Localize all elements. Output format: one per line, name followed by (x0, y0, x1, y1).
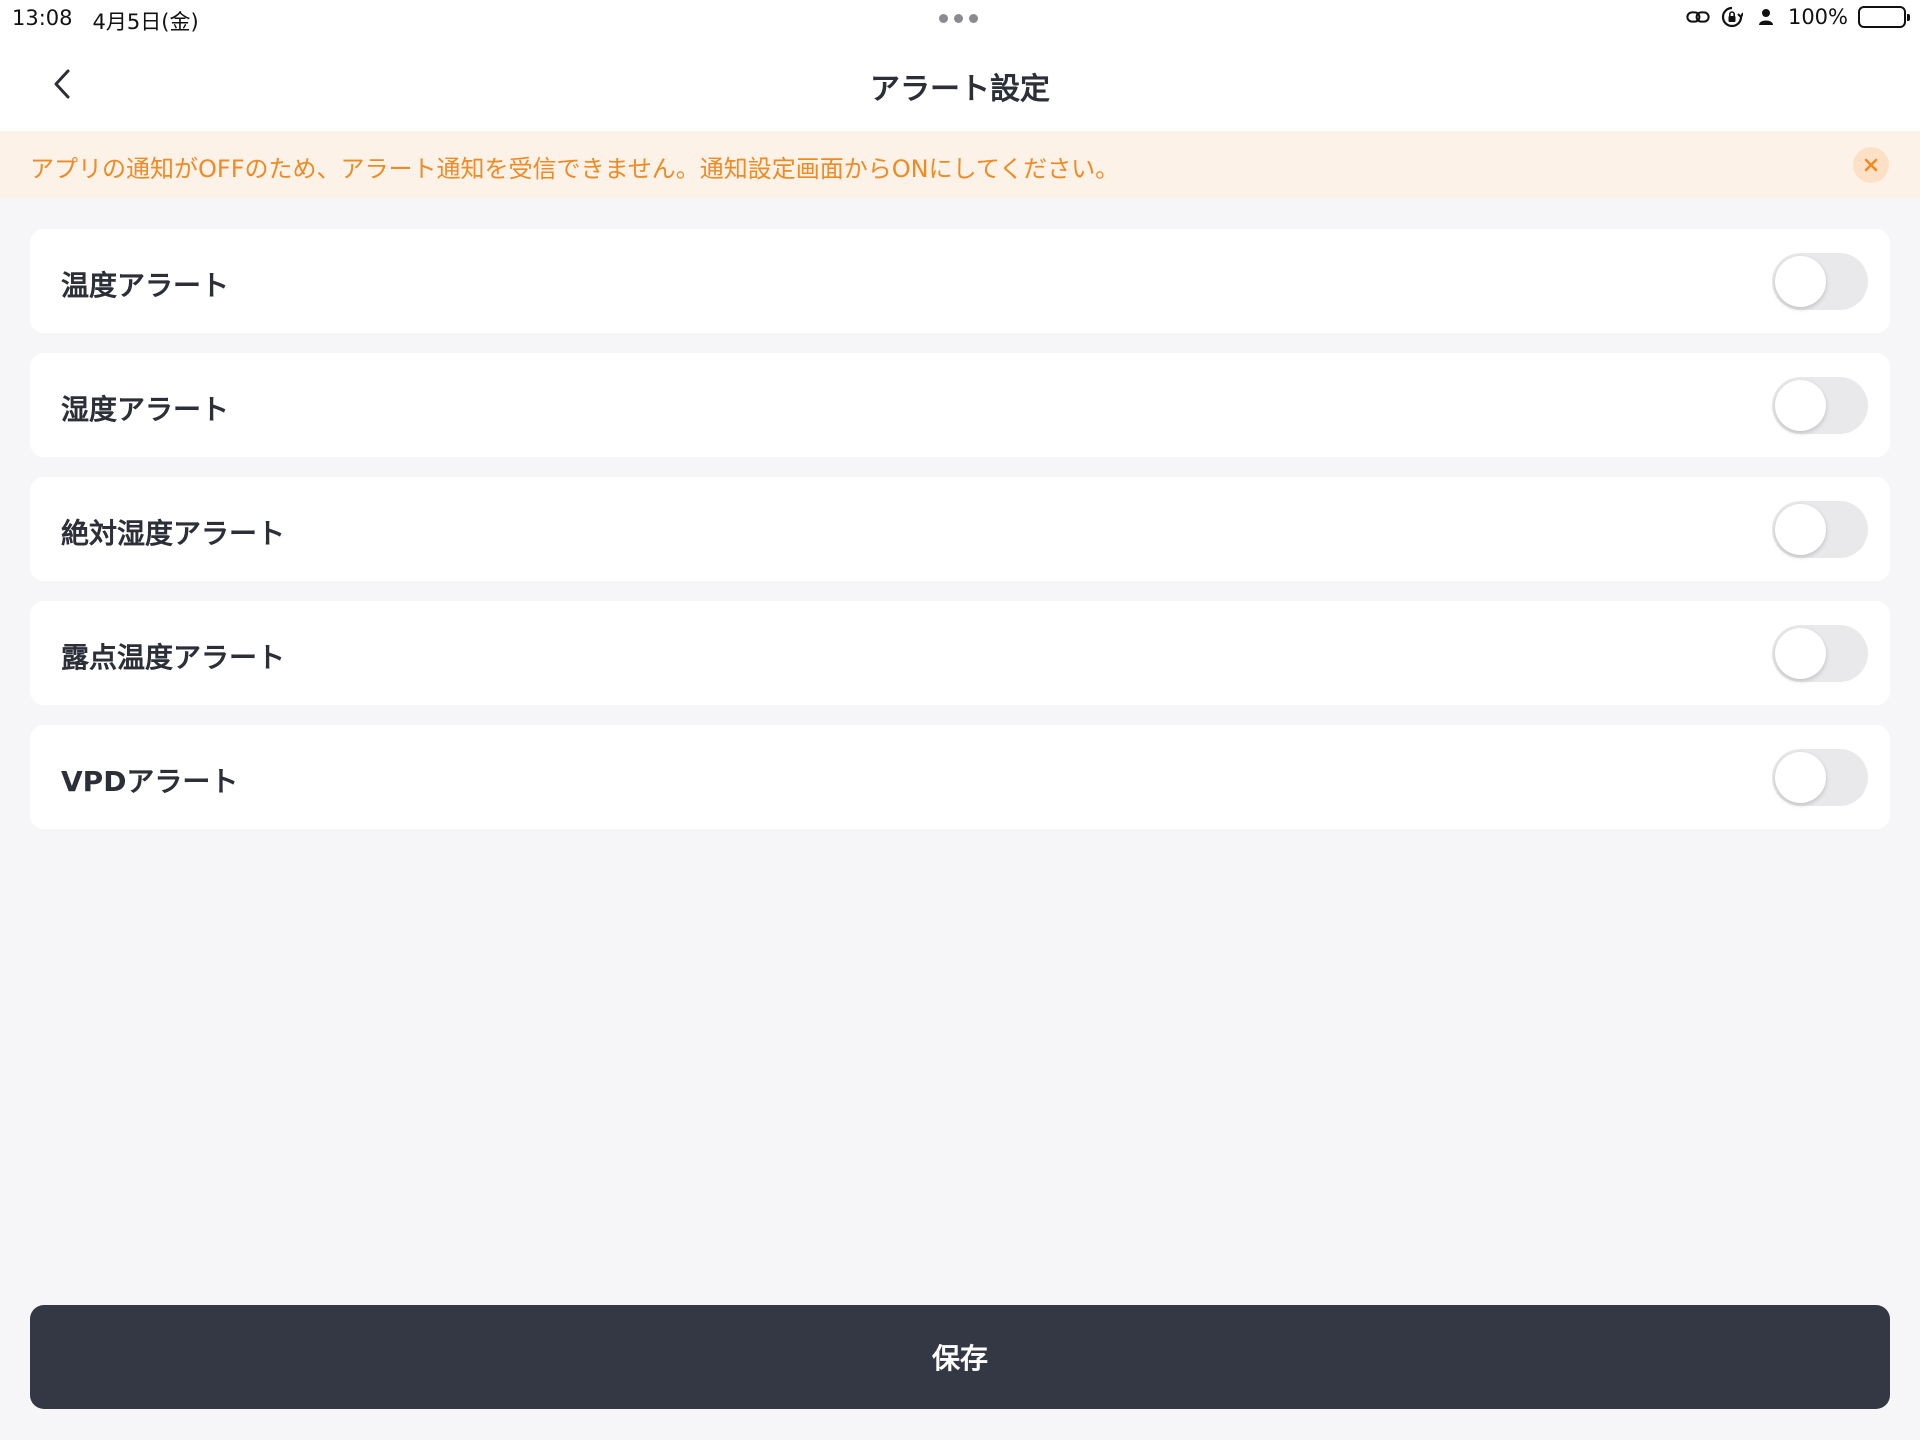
banner-close-button[interactable] (1853, 147, 1889, 183)
alert-item-humidity: 湿度アラート (30, 353, 1890, 457)
alert-item-absolute-humidity: 絶対湿度アラート (30, 477, 1890, 581)
battery-icon (1858, 6, 1910, 28)
dew-point-alert-toggle[interactable] (1772, 625, 1868, 682)
alert-label: 温度アラート (61, 269, 230, 302)
person-icon (1754, 5, 1778, 29)
alert-list: 温度アラート 湿度アラート 絶対湿度アラート 露点温度アラート VPDアラート (30, 229, 1890, 849)
absolute-humidity-alert-toggle[interactable] (1772, 501, 1868, 558)
rotation-lock-icon (1720, 5, 1744, 29)
alert-item-vpd: VPDアラート (30, 725, 1890, 829)
alert-item-temperature: 温度アラート (30, 229, 1890, 333)
status-time: 13:08 (12, 6, 73, 30)
alert-label: 露点温度アラート (61, 641, 286, 674)
battery-percent: 100% (1787, 5, 1848, 29)
warning-message: アプリの通知がOFFのため、アラート通知を受信できません。通知設定画面からONに… (30, 155, 1120, 183)
link-icon (1686, 5, 1710, 29)
status-right: 100% (1686, 5, 1910, 29)
alert-label: 湿度アラート (61, 393, 230, 426)
save-button[interactable]: 保存 (30, 1305, 1890, 1409)
humidity-alert-toggle[interactable] (1772, 377, 1868, 434)
status-left: 13:08 4月5日(金) (12, 6, 199, 36)
app-screen: 13:08 4月5日(金) 100% アラート設定 アプリの通知がOFFのため、… (0, 0, 1920, 1440)
navigation-bar: アラート設定 (0, 38, 1920, 131)
alert-label: VPDアラート (61, 765, 239, 798)
notification-warning-banner: アプリの通知がOFFのため、アラート通知を受信できません。通知設定画面からONに… (0, 131, 1920, 198)
close-icon (1864, 158, 1878, 172)
vpd-alert-toggle[interactable] (1772, 749, 1868, 806)
alert-label: 絶対湿度アラート (61, 517, 286, 550)
alert-item-dew-point: 露点温度アラート (30, 601, 1890, 705)
status-bar: 13:08 4月5日(金) 100% (0, 0, 1920, 38)
status-date: 4月5日(金) (92, 10, 199, 34)
page-title: アラート設定 (870, 72, 1050, 107)
multitasking-dots-icon[interactable] (939, 14, 978, 23)
temperature-alert-toggle[interactable] (1772, 253, 1868, 310)
